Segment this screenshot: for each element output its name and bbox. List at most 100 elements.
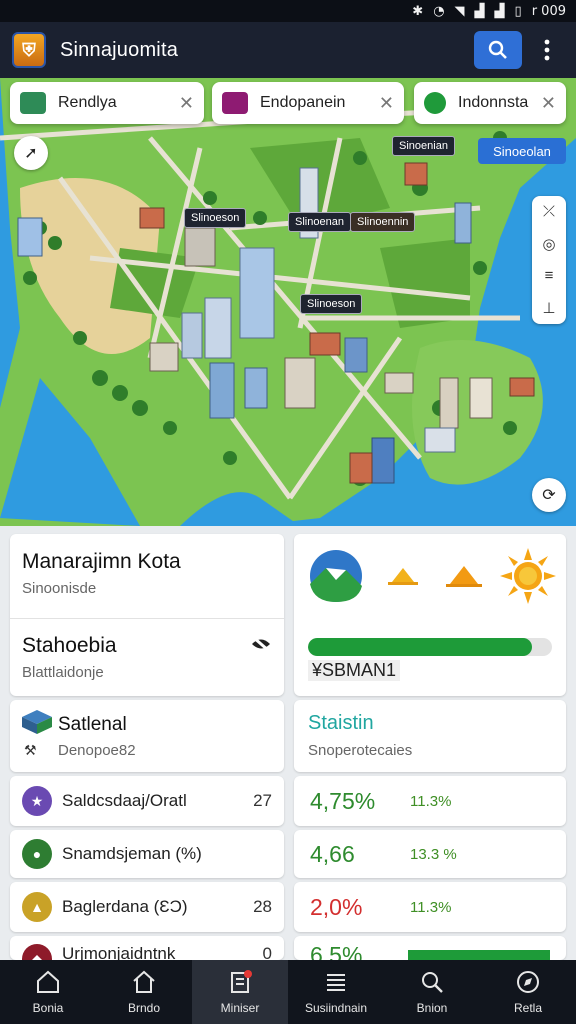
app-logo: ⛨ [12,32,46,68]
nav-explore[interactable]: Retla [480,960,576,1024]
nav-label: Bnion [416,1001,448,1015]
cube-icon [22,710,52,734]
list-item-label: Saldcsdaaj/Oratl [62,791,187,810]
sun-icon [500,548,556,604]
close-icon[interactable]: ✕ [179,93,194,114]
map-label[interactable]: Sinoenian [392,136,455,156]
nav-label: Susiindnain [304,1001,368,1015]
stat-change: 11.3% [410,898,452,916]
list-item[interactable]: ▲ Baglerdana (ƐƆ) 28 [10,882,284,932]
more-options-button[interactable] [530,31,564,69]
compass-icon [517,971,539,993]
section-card[interactable]: Satlenal ⚒ Denopoe82 [10,700,284,772]
list-icon [327,974,345,991]
stat-row: 2,0% 11.3% [294,882,566,932]
status-time: r 009 [531,3,566,19]
tool-icon: ⚒ [24,742,37,758]
region-icon [20,92,46,114]
bottom-navigation: Bonia Brndo Miniser Susiindnain Bnion Re… [0,960,576,1024]
filter-chip[interactable]: Indonnsta ✕ [414,82,566,124]
stat-value: 2,0% [310,893,363,920]
eye-off-icon[interactable] [250,634,272,654]
chip-label: Indonnsta [458,94,529,111]
stats-subtitle: Snoperotecaies [308,742,413,759]
map-label[interactable]: Slinoenan [288,212,351,232]
list-item-value: 0 [262,944,272,960]
stat-row: 6,5% [294,936,566,960]
menu-icon[interactable]: ≡ [545,267,554,284]
house-icon [133,970,155,993]
status-subtitle: Blattlaidonje [22,664,104,681]
recenter-button[interactable]: ⟳ [532,478,566,512]
map-label[interactable]: Slinoennin [350,212,416,232]
filter-chip[interactable]: Endopanein ✕ [212,82,404,124]
filter-chip[interactable]: Rendlya ✕ [10,82,204,124]
map-label[interactable]: Slinoeson [184,208,247,228]
progress-bar [308,638,552,656]
stat-change: 11.3% [410,792,452,810]
close-icon[interactable]: ✕ [379,93,394,114]
city-card[interactable]: Manarajimn Kota Sinoonisde Stahoebia Bla… [10,534,284,696]
search-icon [488,40,507,59]
refresh-icon: ⟳ [542,487,556,504]
bluetooth-icon: ✱ [412,3,424,19]
nav-list[interactable]: Susiindnain [288,960,384,1024]
list-item[interactable]: ◆ Urjmonjaidntnk 0 [10,936,284,960]
clipboard-icon [231,970,252,993]
layers-icon[interactable]: ◎ [542,235,555,253]
nav-dashboard[interactable]: Miniser [192,960,288,1024]
flag-icon [222,92,248,114]
nav-search[interactable]: Bnion [384,960,480,1024]
chip-label: Endopanein [260,94,346,111]
battery-icon: ▯ [514,3,522,19]
city-subtitle: Sinoonisde [22,580,97,597]
map-action-button[interactable]: Sinoeolan [478,138,566,164]
nav-label: Bonia [32,1001,64,1015]
avatar: ▲ [22,892,52,922]
leaf-icon [424,92,446,114]
stats-header-card: Staistin Snoperotecaies [294,700,566,772]
stat-value: 6,5% [310,942,363,960]
search-icon [422,972,443,993]
signal-icon: ▟ [474,3,485,19]
progress-label: ¥SBMAN1 [308,660,401,681]
stat-change: 13.3 % [410,845,457,863]
weather-card: ¥SBMAN1 [294,534,566,696]
search-button[interactable] [474,31,522,69]
city-title: Manarajimn Kota [22,550,181,573]
avatar: ★ [22,786,52,816]
alarm-icon: ◔ [433,3,445,19]
city-map[interactable]: Sinoenian Slinoeson Slinoenan Slinoennin… [0,78,576,526]
list-item[interactable]: ★ Saldcsdaaj/Oratl 27 [10,776,284,826]
nav-label: Brndo [127,1001,161,1015]
nav-house[interactable]: Brndo [96,960,192,1024]
map-label[interactable]: Slinoeson [300,294,363,314]
status-title: Stahoebia [22,634,117,657]
stat-bar [408,950,550,960]
stat-value: 4,75% [310,787,376,814]
avatar: ● [22,839,52,869]
section-title: Satlenal [58,714,127,735]
navigation-icon: ➚ [24,145,38,162]
locate-button[interactable]: ➚ [14,136,48,170]
nav-label: Retla [513,1001,542,1015]
stats-title: Staistin [308,712,374,734]
sunset-icon [446,566,482,587]
mountain-icon [310,550,362,602]
signal-icon-2: ▟ [494,3,505,19]
list-item-value: 27 [253,791,272,810]
status-bar: ✱ ◔ ◥ ▟ ▟ ▯ r 009 [0,0,576,22]
list-item-label: Baglerdana (ƐƆ) [62,897,188,916]
close-icon[interactable]: ✕ [541,93,556,114]
nav-label: Miniser [220,1001,260,1015]
app-bar: ⛨ Sinnajuomita [0,22,576,78]
directions-icon[interactable]: ⤫ [543,203,555,220]
home-icon [37,970,59,993]
pin-icon[interactable]: ⊥ [542,299,555,317]
app-title: Sinnajuomita [60,38,179,61]
list-item[interactable]: ● Snamdsjeman (%) [10,830,284,878]
sunrise-icon [388,568,418,585]
section-subtitle: Denopoe82 [58,742,136,759]
map-tools: ⤫ ◎ ≡ ⊥ [532,196,566,324]
nav-home[interactable]: Bonia [0,960,96,1024]
